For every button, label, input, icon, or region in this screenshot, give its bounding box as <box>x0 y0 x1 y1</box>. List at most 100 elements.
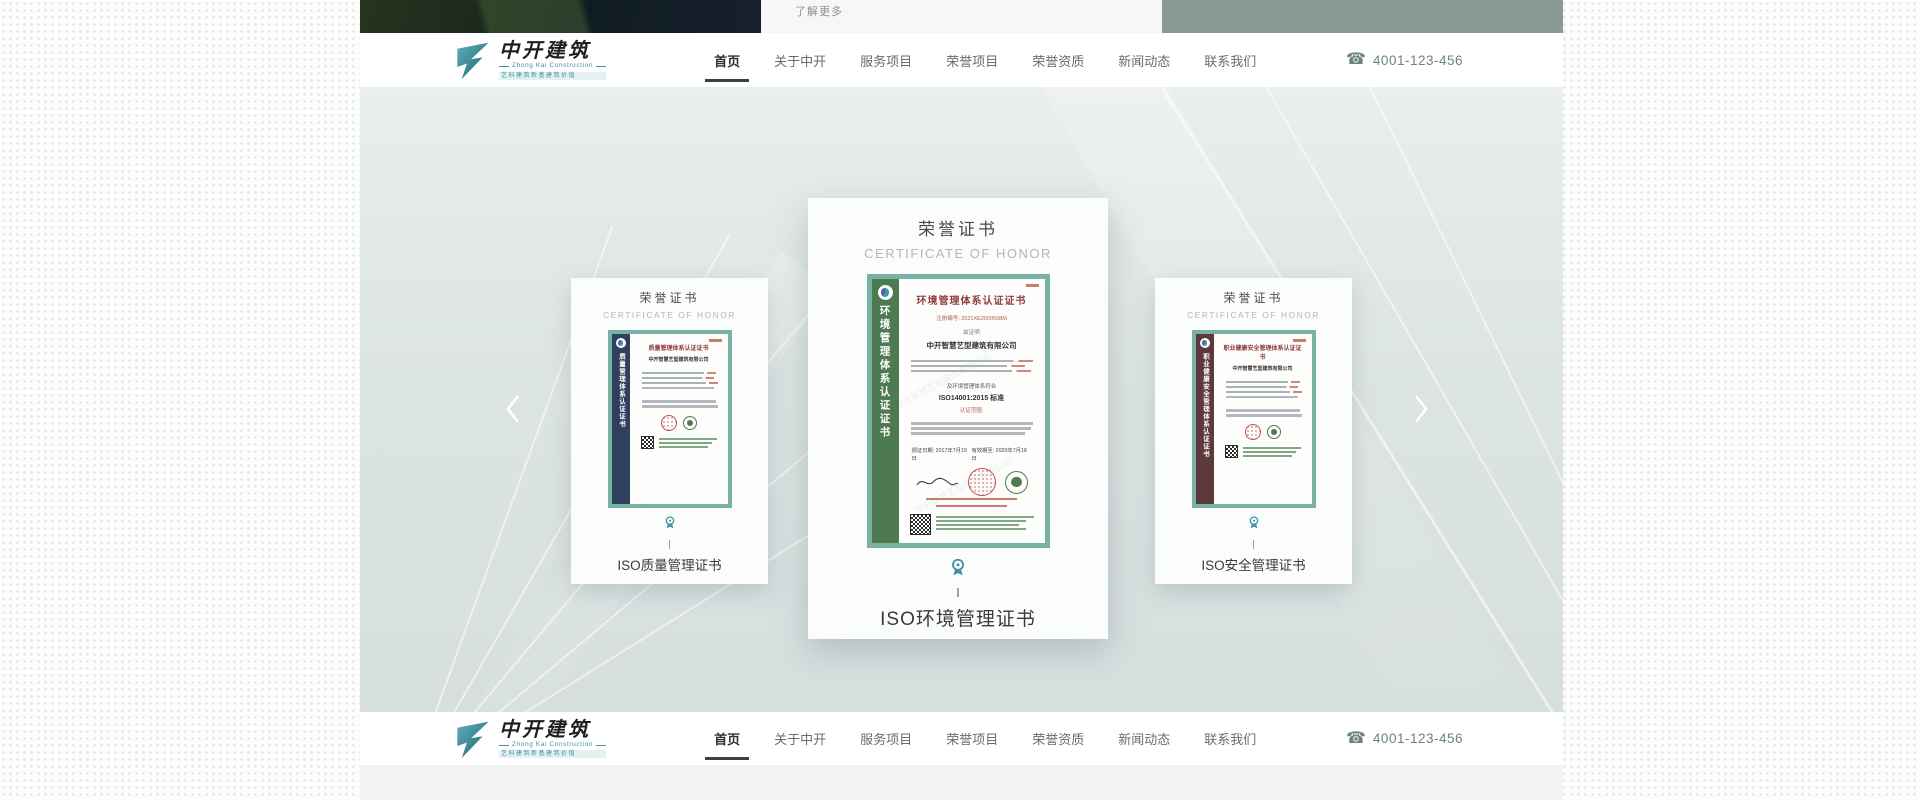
award-medal-icon <box>952 558 964 576</box>
brand-name-zh: 中开建筑 <box>499 716 591 741</box>
cert-scope-label: 认证范围: <box>959 407 984 414</box>
sage-block <box>1162 0 1563 33</box>
connector-tick <box>1252 540 1255 549</box>
cert-standard: ISO14001:2015 标准 <box>938 394 1005 402</box>
cert-registration-number: 注册编号: 2021XE2000508M <box>936 316 1007 322</box>
cert-heading: 职业健康安全管理体系认证证书 <box>1223 346 1302 361</box>
nav-item-home[interactable]: 首页 <box>714 51 740 70</box>
site-page: 了解更多 中开建筑 Zhong Kai Construction 艺科建筑新基建… <box>360 0 1563 800</box>
green-emblem <box>682 416 697 431</box>
cert-company: 中开智慧艺型建筑有限公司 <box>648 357 709 363</box>
bottom-navbar: 中开建筑 Zhong Kai Construction 艺科建筑新基建筑价值 首… <box>360 712 1563 765</box>
phone-link[interactable]: ☎ 4001-123-456 <box>1345 729 1463 747</box>
nav-item-news[interactable]: 新闻动态 <box>1118 51 1170 70</box>
brand-name-zh: 中开建筑 <box>499 38 591 63</box>
card-subtitle: CERTIFICATE OF HONOR <box>864 246 1052 261</box>
certificate-image-quality: 质量管理体系认证证书 质量管理体系认证证书 中开智慧艺型建筑有限公司 <box>607 330 732 508</box>
previous-section-strip: 了解更多 <box>360 0 1563 33</box>
card-title: 荣誉证书 <box>1223 291 1284 305</box>
nav-item-home[interactable]: 首页 <box>714 729 740 748</box>
certificate-card-environment-active[interactable]: 荣誉证书 CERTIFICATE OF HONOR 环境管理体系认证证书 中开智… <box>808 198 1108 639</box>
cert-band: 职业健康安全管理体系认证证书 <box>1195 334 1214 504</box>
nav-item-contact[interactable]: 联系我们 <box>1204 51 1256 70</box>
nav-item-news[interactable]: 新闻动态 <box>1118 729 1170 748</box>
carousel-next-button[interactable] <box>1406 387 1436 431</box>
nav-item-services[interactable]: 服务项目 <box>860 51 912 70</box>
phone-number: 4001-123-456 <box>1372 52 1463 68</box>
certificate-card-quality[interactable]: 荣誉证书 CERTIFICATE OF HONOR 质量管理体系认证证书 质量管… <box>571 278 768 584</box>
nav-item-about[interactable]: 关于中开 <box>774 51 826 70</box>
brand-name-en: Zhong Kai Construction <box>499 741 606 749</box>
cert-band-logo <box>1199 338 1210 348</box>
nav-item-honor-projects[interactable]: 荣誉项目 <box>946 729 998 748</box>
qr-code <box>640 436 654 450</box>
award-medal-icon <box>665 516 674 529</box>
certificate-image-safety: 职业健康安全管理体系认证证书 职业健康安全管理体系认证证书 中开智慧艺型建筑有限… <box>1191 330 1316 508</box>
card-title: 荣誉证书 <box>639 291 700 305</box>
cert-band-logo <box>877 285 893 300</box>
chevron-left-icon <box>506 395 520 423</box>
chevron-right-icon <box>1414 395 1428 423</box>
card-label: ISO环境管理证书 <box>880 609 1036 630</box>
cert-system-line: 及环境管理体系符合 <box>946 383 997 390</box>
green-emblem <box>1266 425 1281 440</box>
cert-company: 中开智慧艺型建筑有限公司 <box>926 341 1017 350</box>
card-subtitle: CERTIFICATE OF HONOR <box>1186 310 1321 320</box>
qr-code <box>1224 445 1238 459</box>
connector-tick <box>668 540 671 549</box>
cert-valid-date: 有效期至: 2020年7月18日 <box>971 448 1027 463</box>
certificate-card-safety[interactable]: 荣誉证书 CERTIFICATE OF HONOR 职业健康安全管理体系认证证书… <box>1155 278 1352 584</box>
award-medal-icon <box>1249 516 1258 529</box>
cert-heading: 环境管理体系认证证书 <box>916 296 1027 307</box>
brand-logo[interactable]: 中开建筑 Zhong Kai Construction 艺科建筑新基建筑价值 <box>455 38 607 80</box>
brand-name-en: Zhong Kai Construction <box>499 63 606 70</box>
cert-number-mark <box>1292 339 1306 342</box>
main-nav: 首页 关于中开 服务项目 荣誉项目 荣誉资质 新闻动态 联系我们 <box>714 51 1256 70</box>
address-line <box>926 498 1017 501</box>
nav-item-qualifications[interactable]: 荣誉资质 <box>1032 729 1084 748</box>
learn-more-panel: 了解更多 <box>761 0 1162 33</box>
building-photo <box>360 0 761 33</box>
nav-item-qualifications[interactable]: 荣誉资质 <box>1032 51 1084 70</box>
red-seal <box>1244 424 1261 441</box>
card-label: ISO安全管理证书 <box>1201 558 1306 573</box>
phone-number: 4001-123-456 <box>1372 731 1463 746</box>
brand-tagline: 艺科建筑新基建筑价值 <box>499 750 607 759</box>
card-subtitle: CERTIFICATE OF HONOR <box>602 310 737 320</box>
carousel-prev-button[interactable] <box>498 387 528 431</box>
cert-band: 环境管理体系认证证书 <box>871 279 899 543</box>
cert-band: 质量管理体系认证证书 <box>611 334 630 504</box>
certificate-carousel-section: 荣誉证书 CERTIFICATE OF HONOR 质量管理体系认证证书 质量管… <box>360 87 1563 712</box>
signature-scribble <box>916 477 959 486</box>
green-emblem <box>1005 470 1028 494</box>
footer-nav: 首页 关于中开 服务项目 荣誉项目 荣誉资质 新闻动态 联系我们 <box>714 729 1256 748</box>
nav-item-contact[interactable]: 联系我们 <box>1204 729 1256 748</box>
z-ribbon-logo-icon <box>457 721 489 758</box>
cert-number-mark <box>1025 284 1039 287</box>
cert-heading: 质量管理体系认证证书 <box>648 346 709 352</box>
card-label: ISO质量管理证书 <box>617 558 722 573</box>
top-navbar: 中开建筑 Zhong Kai Construction 艺科建筑新基建筑价值 首… <box>360 33 1563 87</box>
nav-item-honor-projects[interactable]: 荣誉项目 <box>946 51 998 70</box>
nav-item-about[interactable]: 关于中开 <box>774 729 826 748</box>
nav-item-services[interactable]: 服务项目 <box>860 729 912 748</box>
learn-more-button[interactable]: 了解更多 <box>795 3 843 19</box>
card-title: 荣誉证书 <box>918 220 998 239</box>
qr-code <box>909 513 931 535</box>
cert-band-logo <box>615 338 626 348</box>
certificate-image-environment: 环境管理体系认证证书 中开智慧艺型建筑有限公司 中开智慧艺型建筑有限公司 环境管… <box>866 274 1050 548</box>
telephone-icon: ☎ <box>1345 729 1366 747</box>
cert-number-mark <box>708 339 722 342</box>
red-seal <box>968 468 996 497</box>
brand-tagline: 艺科建筑新基建筑价值 <box>499 71 607 80</box>
phone-link[interactable]: ☎ 4001-123-456 <box>1346 52 1463 68</box>
brand-logo[interactable]: 中开建筑 Zhong Kai Construction 艺科建筑新基建筑价值 <box>455 716 607 759</box>
cert-company: 中开智慧艺型建筑有限公司 <box>1232 366 1293 372</box>
telephone-icon: ☎ <box>1345 51 1366 68</box>
cert-issue-date: 颁证日期: 2017年7月19日 <box>911 448 967 463</box>
cert-attest-label: 兹证明 <box>963 330 980 336</box>
connector-tick <box>957 588 959 597</box>
footer-strip <box>360 765 1563 800</box>
z-ribbon-logo-icon <box>457 42 489 80</box>
address-line <box>935 504 1008 507</box>
